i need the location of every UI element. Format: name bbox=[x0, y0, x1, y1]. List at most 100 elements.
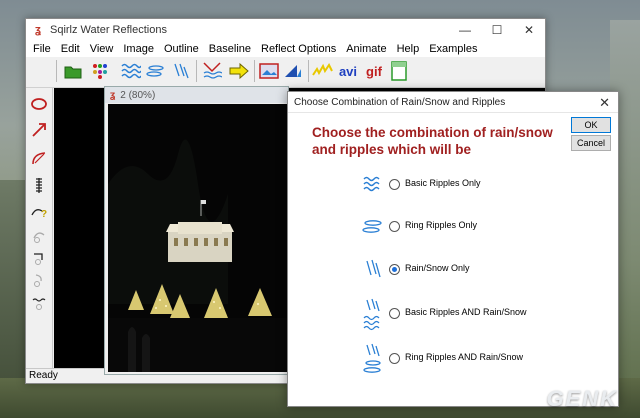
faded-drop-icon bbox=[34, 274, 42, 287]
faded-tool-2-button[interactable] bbox=[29, 248, 49, 268]
gif-icon: gif bbox=[366, 63, 382, 79]
option-ring-ripples-and-rain[interactable]: Ring Ripples AND Rain/Snow bbox=[361, 343, 581, 377]
document-window[interactable]: ʓ 2 (80%) bbox=[104, 86, 289, 375]
radio-basic-ripples[interactable] bbox=[389, 179, 400, 190]
ellipse-tool-button[interactable] bbox=[29, 94, 49, 114]
option-label: Ring Ripples AND Rain/Snow bbox=[405, 352, 524, 362]
ok-button[interactable]: OK bbox=[571, 117, 611, 133]
rain-icon bbox=[366, 259, 381, 278]
menu-image[interactable]: Image bbox=[118, 43, 159, 55]
dialog-heading: Choose the combination of rain/snow and … bbox=[312, 125, 553, 157]
query-tool-button[interactable]: ? bbox=[29, 202, 49, 222]
minimize-icon[interactable]: — bbox=[449, 19, 481, 41]
toolbar-separator bbox=[196, 60, 197, 82]
option-rain-snow[interactable]: Rain/Snow Only bbox=[361, 258, 561, 280]
sail-button[interactable] bbox=[282, 60, 304, 82]
faded-step-icon bbox=[34, 253, 43, 265]
app-logo-icon: ʓ bbox=[35, 24, 41, 36]
app-titlebar[interactable]: ʓ Sqirlz Water Reflections — ☐ ✕ bbox=[26, 19, 545, 41]
basic-ripples-icon bbox=[121, 63, 141, 79]
close-icon[interactable]: ✕ bbox=[513, 19, 545, 41]
tool-palette: ? bbox=[26, 88, 53, 370]
photo-icon bbox=[259, 63, 279, 79]
rain-ripples-dialog: Choose Combination of Rain/Snow and Ripp… bbox=[287, 91, 619, 407]
toolbar-separator bbox=[56, 60, 57, 82]
radio-rain-snow[interactable] bbox=[389, 264, 400, 275]
next-arrow-button[interactable] bbox=[228, 60, 250, 82]
reflect-icon bbox=[203, 62, 222, 79]
faded-tool-4-button[interactable] bbox=[29, 294, 49, 314]
curve-arrow-icon bbox=[32, 152, 46, 165]
lightning-icon bbox=[312, 63, 333, 76]
basic-ripples-button[interactable] bbox=[120, 60, 142, 82]
svg-text:?: ? bbox=[41, 209, 47, 220]
option-basic-ripples-and-rain[interactable]: Basic Ripples AND Rain/Snow bbox=[361, 298, 581, 334]
arrow-tool-button[interactable] bbox=[29, 120, 49, 140]
menu-help[interactable]: Help bbox=[392, 43, 425, 55]
document-title: 2 (80%) bbox=[120, 89, 156, 101]
palette-button[interactable] bbox=[88, 60, 110, 82]
dialog-titlebar[interactable]: Choose Combination of Rain/Snow and Ripp… bbox=[288, 92, 618, 113]
curve-tool-button[interactable] bbox=[29, 148, 49, 168]
option-label: Ring Ripples Only bbox=[405, 220, 478, 230]
avi-button[interactable]: avi bbox=[336, 60, 360, 82]
option-label: Basic Ripples AND Rain/Snow bbox=[405, 307, 527, 317]
menu-baseline[interactable]: Baseline bbox=[204, 43, 256, 55]
menu-edit[interactable]: Edit bbox=[56, 43, 85, 55]
menu-outline[interactable]: Outline bbox=[159, 43, 204, 55]
faded-wave-icon bbox=[32, 298, 46, 310]
ring-ripples-icon bbox=[146, 65, 164, 77]
basic-ripples-icon bbox=[363, 176, 380, 192]
menu-file[interactable]: File bbox=[28, 43, 56, 55]
faded-tool-3-button[interactable] bbox=[29, 270, 49, 290]
document-titlebar[interactable]: ʓ 2 (80%) bbox=[105, 87, 288, 103]
faded-curve-icon bbox=[33, 232, 45, 243]
window-icon bbox=[391, 61, 407, 81]
dialog-title: Choose Combination of Rain/Snow and Ripp… bbox=[294, 96, 506, 108]
menu-view[interactable]: View bbox=[85, 43, 119, 55]
sail-icon bbox=[285, 65, 301, 77]
night-house-image bbox=[108, 104, 288, 372]
ring-ripples-button[interactable] bbox=[145, 60, 167, 82]
photo-button[interactable] bbox=[258, 60, 280, 82]
zigzag-tool-button[interactable] bbox=[29, 176, 49, 196]
option-label: Rain/Snow Only bbox=[405, 263, 470, 273]
rain-button[interactable] bbox=[170, 60, 192, 82]
option-ring-ripples[interactable]: Ring Ripples Only bbox=[361, 215, 561, 237]
gif-button[interactable]: gif bbox=[362, 60, 386, 82]
window-controls: — ☐ ✕ bbox=[449, 19, 545, 41]
ring-ripples-icon bbox=[362, 220, 382, 233]
watermark-logo: GENK bbox=[546, 386, 618, 411]
menu-examples[interactable]: Examples bbox=[424, 43, 482, 55]
option-basic-ripples[interactable]: Basic Ripples Only bbox=[361, 173, 561, 195]
window-button[interactable] bbox=[388, 60, 410, 82]
menu-animate[interactable]: Animate bbox=[341, 43, 391, 55]
palette-icon bbox=[93, 64, 107, 79]
lightning-button[interactable] bbox=[312, 60, 334, 82]
app-title: Sqirlz Water Reflections bbox=[50, 24, 167, 36]
menu-bar: File Edit View Image Outline Baseline Re… bbox=[26, 41, 545, 57]
zigzag-icon bbox=[36, 178, 42, 193]
query-icon: ? bbox=[31, 209, 47, 220]
document-icon: ʓ bbox=[110, 89, 116, 101]
toolbar-separator bbox=[254, 60, 255, 82]
radio-basic-ripples-and-rain[interactable] bbox=[389, 308, 400, 319]
rain-icon bbox=[174, 63, 189, 79]
open-folder-button[interactable] bbox=[62, 60, 84, 82]
status-text: Ready bbox=[29, 370, 58, 381]
radio-ring-ripples-and-rain[interactable] bbox=[389, 353, 400, 364]
toolbar: avi gif bbox=[26, 57, 545, 88]
toolbar-separator bbox=[308, 60, 309, 82]
faded-tool-1-button[interactable] bbox=[29, 226, 49, 246]
open-folder-icon bbox=[64, 66, 82, 79]
option-label: Basic Ripples Only bbox=[405, 178, 481, 188]
arrow-right-icon bbox=[229, 63, 249, 79]
menu-reflect-options[interactable]: Reflect Options bbox=[256, 43, 341, 55]
maximize-icon[interactable]: ☐ bbox=[481, 19, 513, 41]
dialog-close-icon[interactable]: ✕ bbox=[599, 95, 610, 111]
cancel-button[interactable]: Cancel bbox=[571, 135, 611, 151]
reflect-button[interactable] bbox=[201, 60, 223, 82]
rain-ripples-icon bbox=[363, 298, 380, 331]
radio-ring-ripples[interactable] bbox=[389, 221, 400, 232]
rain-rings-icon bbox=[363, 343, 381, 373]
